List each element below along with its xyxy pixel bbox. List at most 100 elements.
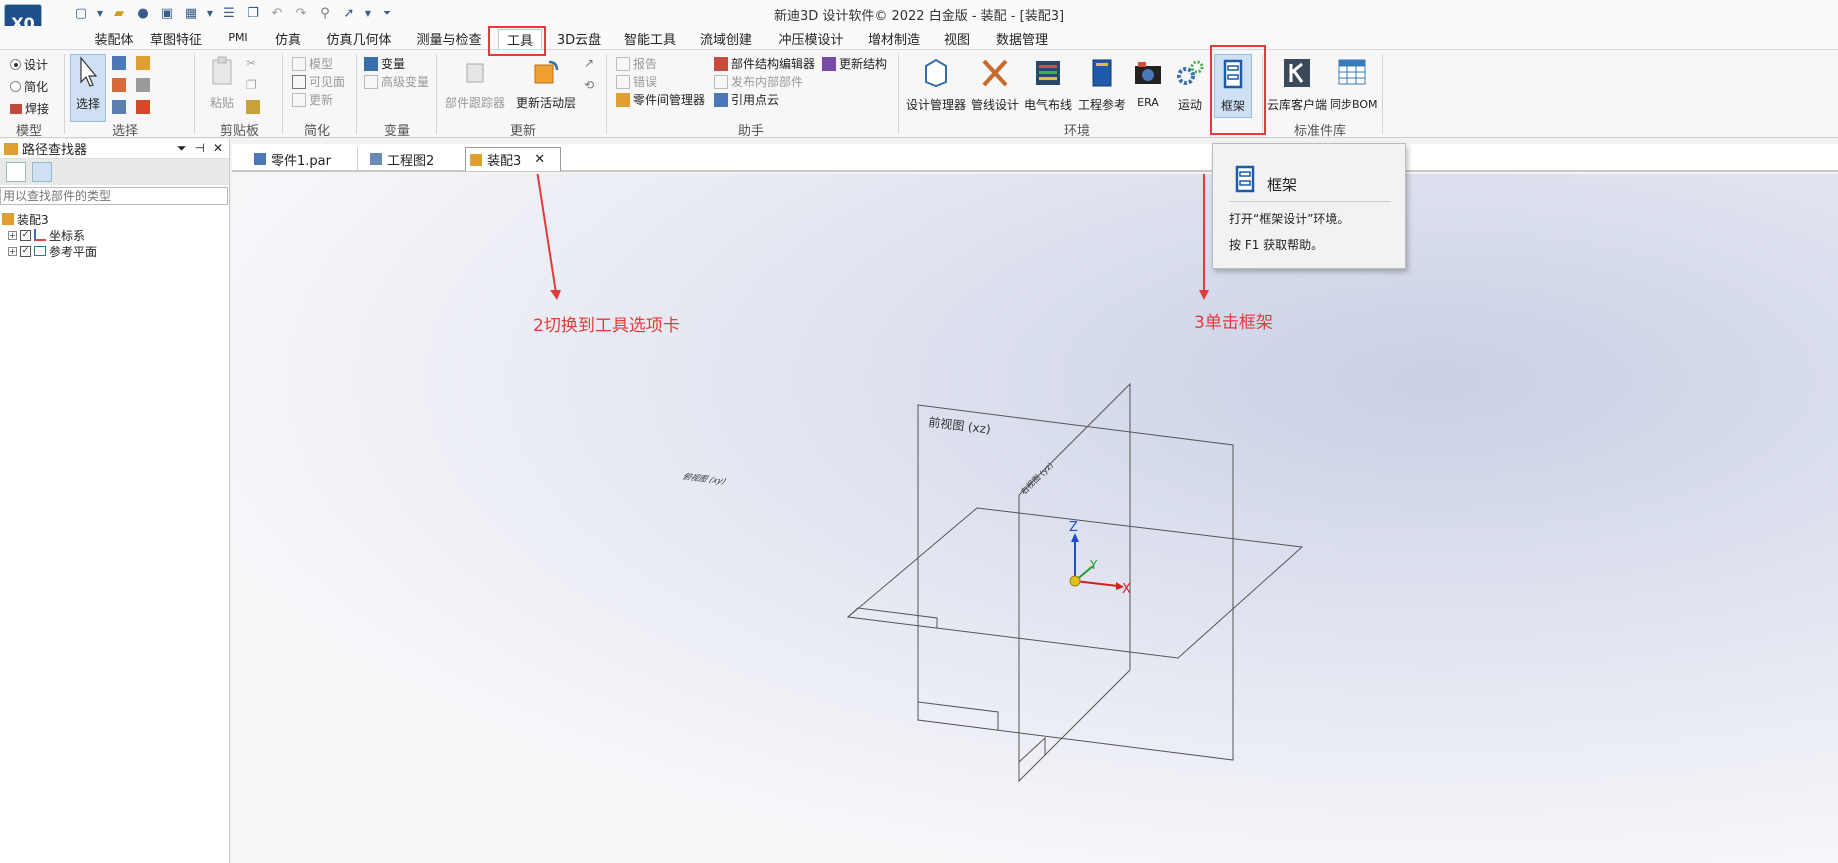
cloud-library-icon <box>1284 59 1310 87</box>
copy-button[interactable]: ❐ <box>246 78 257 92</box>
annotation-arrowhead-2 <box>550 290 561 300</box>
simplify-update-button[interactable]: 更新 <box>292 91 333 108</box>
paste-icon <box>212 56 232 85</box>
arrow-icon: ↗ <box>584 56 595 70</box>
tree-item-label: 参考平面 <box>49 244 98 259</box>
select-face-button[interactable] <box>112 78 126 92</box>
pipe-design-label: 管线设计 <box>970 98 1019 112</box>
select-part-button[interactable] <box>136 56 150 70</box>
tab-sketch-features[interactable]: 草图特征 <box>148 29 204 49</box>
publish-internal-button[interactable]: 发布内部部件 <box>714 73 803 90</box>
pipe-design-icon <box>982 59 1008 87</box>
doc-tab-part1[interactable]: 零件1.par <box>250 147 358 171</box>
select-box-button[interactable] <box>112 100 126 114</box>
tree-item-reference-planes[interactable]: + ✓ 参考平面 <box>2 243 229 259</box>
box-select-icon <box>112 100 126 114</box>
tab-assembly[interactable]: 装配体 <box>84 29 144 49</box>
update-small-button-1[interactable]: ↗ <box>584 56 594 70</box>
simplify-model-button[interactable]: 模型 <box>292 55 333 72</box>
advanced-variable-button[interactable]: 高级变量 <box>364 73 429 90</box>
tab-smart-tools[interactable]: 智能工具 <box>622 29 678 49</box>
paste-button[interactable]: 粘贴 <box>204 56 240 111</box>
tab-pmi[interactable]: PMI <box>222 31 254 51</box>
ribbon: 设计 简化 焊接 模型 选择 选择 粘贴 ✂ ❐ 剪贴板 模型 可见面 更新 简… <box>0 50 1838 139</box>
eng-reference-icon <box>1092 59 1112 87</box>
design-label: 设计 <box>24 58 49 72</box>
ribbon-separator <box>64 54 65 134</box>
tab-simulation[interactable]: 仿真 <box>272 29 304 49</box>
part-manager-button[interactable]: 零件间管理器 <box>616 91 705 108</box>
errors-button[interactable]: 错误 <box>616 73 657 90</box>
era-button[interactable]: ERA <box>1130 56 1166 109</box>
tree-item-assembly[interactable]: 装配3 <box>2 211 229 227</box>
pathfinder-panel: 路径查找器 ⏷ ⊣ ✕ 装配3 + ✓ 坐标系 + ✓ 参考平面 <box>0 139 230 863</box>
tab-additive[interactable]: 增材制造 <box>866 29 922 49</box>
front-plane-label: 前视图 (xz) <box>928 414 992 437</box>
design-manager-button[interactable]: 设计管理器 <box>904 56 968 113</box>
expand-icon[interactable]: + <box>8 230 17 240</box>
update-small-button-2[interactable]: ⟲ <box>584 78 594 92</box>
select-button[interactable]: 选择 <box>70 54 106 122</box>
group-label-select: 选择 <box>112 124 139 139</box>
tree-item-coordinate-system[interactable]: + ✓ 坐标系 <box>2 227 229 243</box>
doc-tab-drawing2[interactable]: 工程图2 <box>366 147 474 171</box>
select-group-button[interactable] <box>136 78 150 92</box>
tab-3d-cloud[interactable]: 3D云盘 <box>556 29 602 49</box>
variable-button[interactable]: 变量 <box>364 55 405 72</box>
annotation-step-3: 3单击框架 <box>1194 313 1273 333</box>
list-view-icon[interactable] <box>6 162 26 182</box>
structure-editor-button[interactable]: 部件结构编辑器 <box>714 55 815 72</box>
y-axis-label: Y <box>1089 558 1098 572</box>
eng-reference-button[interactable]: 工程参考 <box>1076 56 1128 113</box>
ribbon-separator <box>436 54 437 134</box>
weld-label: 焊接 <box>25 102 50 116</box>
pathfinder-icon <box>4 142 18 155</box>
tab-sim-geometry[interactable]: 仿真几何体 <box>324 29 394 49</box>
simplify-radio[interactable]: 简化 <box>10 78 48 95</box>
doc-tab-assembly3[interactable]: 装配3 ✕ <box>465 147 561 171</box>
tab-data-management[interactable]: 数据管理 <box>994 29 1050 49</box>
bom-table-icon <box>1338 59 1366 85</box>
close-icon[interactable]: ✕ <box>213 141 223 156</box>
checkbox[interactable]: ✓ <box>20 229 31 241</box>
pathfinder-search-input[interactable] <box>0 187 228 205</box>
format-painter-button[interactable] <box>246 100 260 114</box>
select-filter-button[interactable] <box>112 56 126 70</box>
close-tab-icon[interactable]: ✕ <box>534 152 545 167</box>
tab-flow-create[interactable]: 流域创建 <box>698 29 754 49</box>
top-plane-handle <box>847 607 938 628</box>
visible-face-button[interactable]: 可见面 <box>292 73 345 90</box>
checkbox[interactable]: ✓ <box>20 245 31 257</box>
tab-view[interactable]: 视图 <box>942 29 972 49</box>
pipe-design-button[interactable]: 管线设计 <box>970 56 1020 113</box>
tree-view-icon[interactable] <box>32 162 52 182</box>
cut-button[interactable]: ✂ <box>246 56 256 70</box>
panel-menu-icon[interactable]: ⏷ <box>177 141 187 156</box>
update-active-layer-button[interactable]: 更新活动层 <box>514 56 578 111</box>
tab-stamping-design[interactable]: 冲压模设计 <box>776 29 846 49</box>
update-structure-button[interactable]: 更新结构 <box>822 55 887 72</box>
cloud-client-button[interactable]: 云库客户端 <box>1266 56 1328 113</box>
pin-icon[interactable]: ⊣ <box>194 141 204 156</box>
reference-cloud-button[interactable]: 引用点云 <box>714 91 779 108</box>
copy-icon: ❐ <box>246 78 257 92</box>
part-manager-icon <box>616 92 630 107</box>
design-radio[interactable]: 设计 <box>10 56 48 73</box>
window-title: 新迪3D 设计软件© 2022 白金版 - 装配 - [装配3] <box>773 9 1065 24</box>
weld-button[interactable]: 焊接 <box>10 100 49 117</box>
tree-item-label: 坐标系 <box>49 228 86 243</box>
electrical-button[interactable]: 电气布线 <box>1022 56 1074 113</box>
report-icon <box>616 56 630 71</box>
ribbon-separator <box>606 54 607 134</box>
group-icon <box>136 78 150 92</box>
motion-button[interactable]: 运动 <box>1170 56 1210 113</box>
select-body-button[interactable] <box>136 100 150 114</box>
annotation-step-2: 2切换到工具选项卡 <box>533 316 680 336</box>
tab-measure-inspect[interactable]: 测量与检查 <box>414 29 484 49</box>
sync-bom-button[interactable]: 同步BOM <box>1330 56 1378 112</box>
3d-viewport[interactable]: Z Y X 前视图 (xz) 右视图 (yz) 俯视图 (xy) <box>232 174 1838 863</box>
part-tracker-button[interactable]: 部件跟踪器 <box>444 56 506 111</box>
report-button[interactable]: 报告 <box>616 55 657 72</box>
expand-icon[interactable]: + <box>8 246 17 256</box>
group-label-std-parts: 标准件库 <box>1294 124 1347 139</box>
